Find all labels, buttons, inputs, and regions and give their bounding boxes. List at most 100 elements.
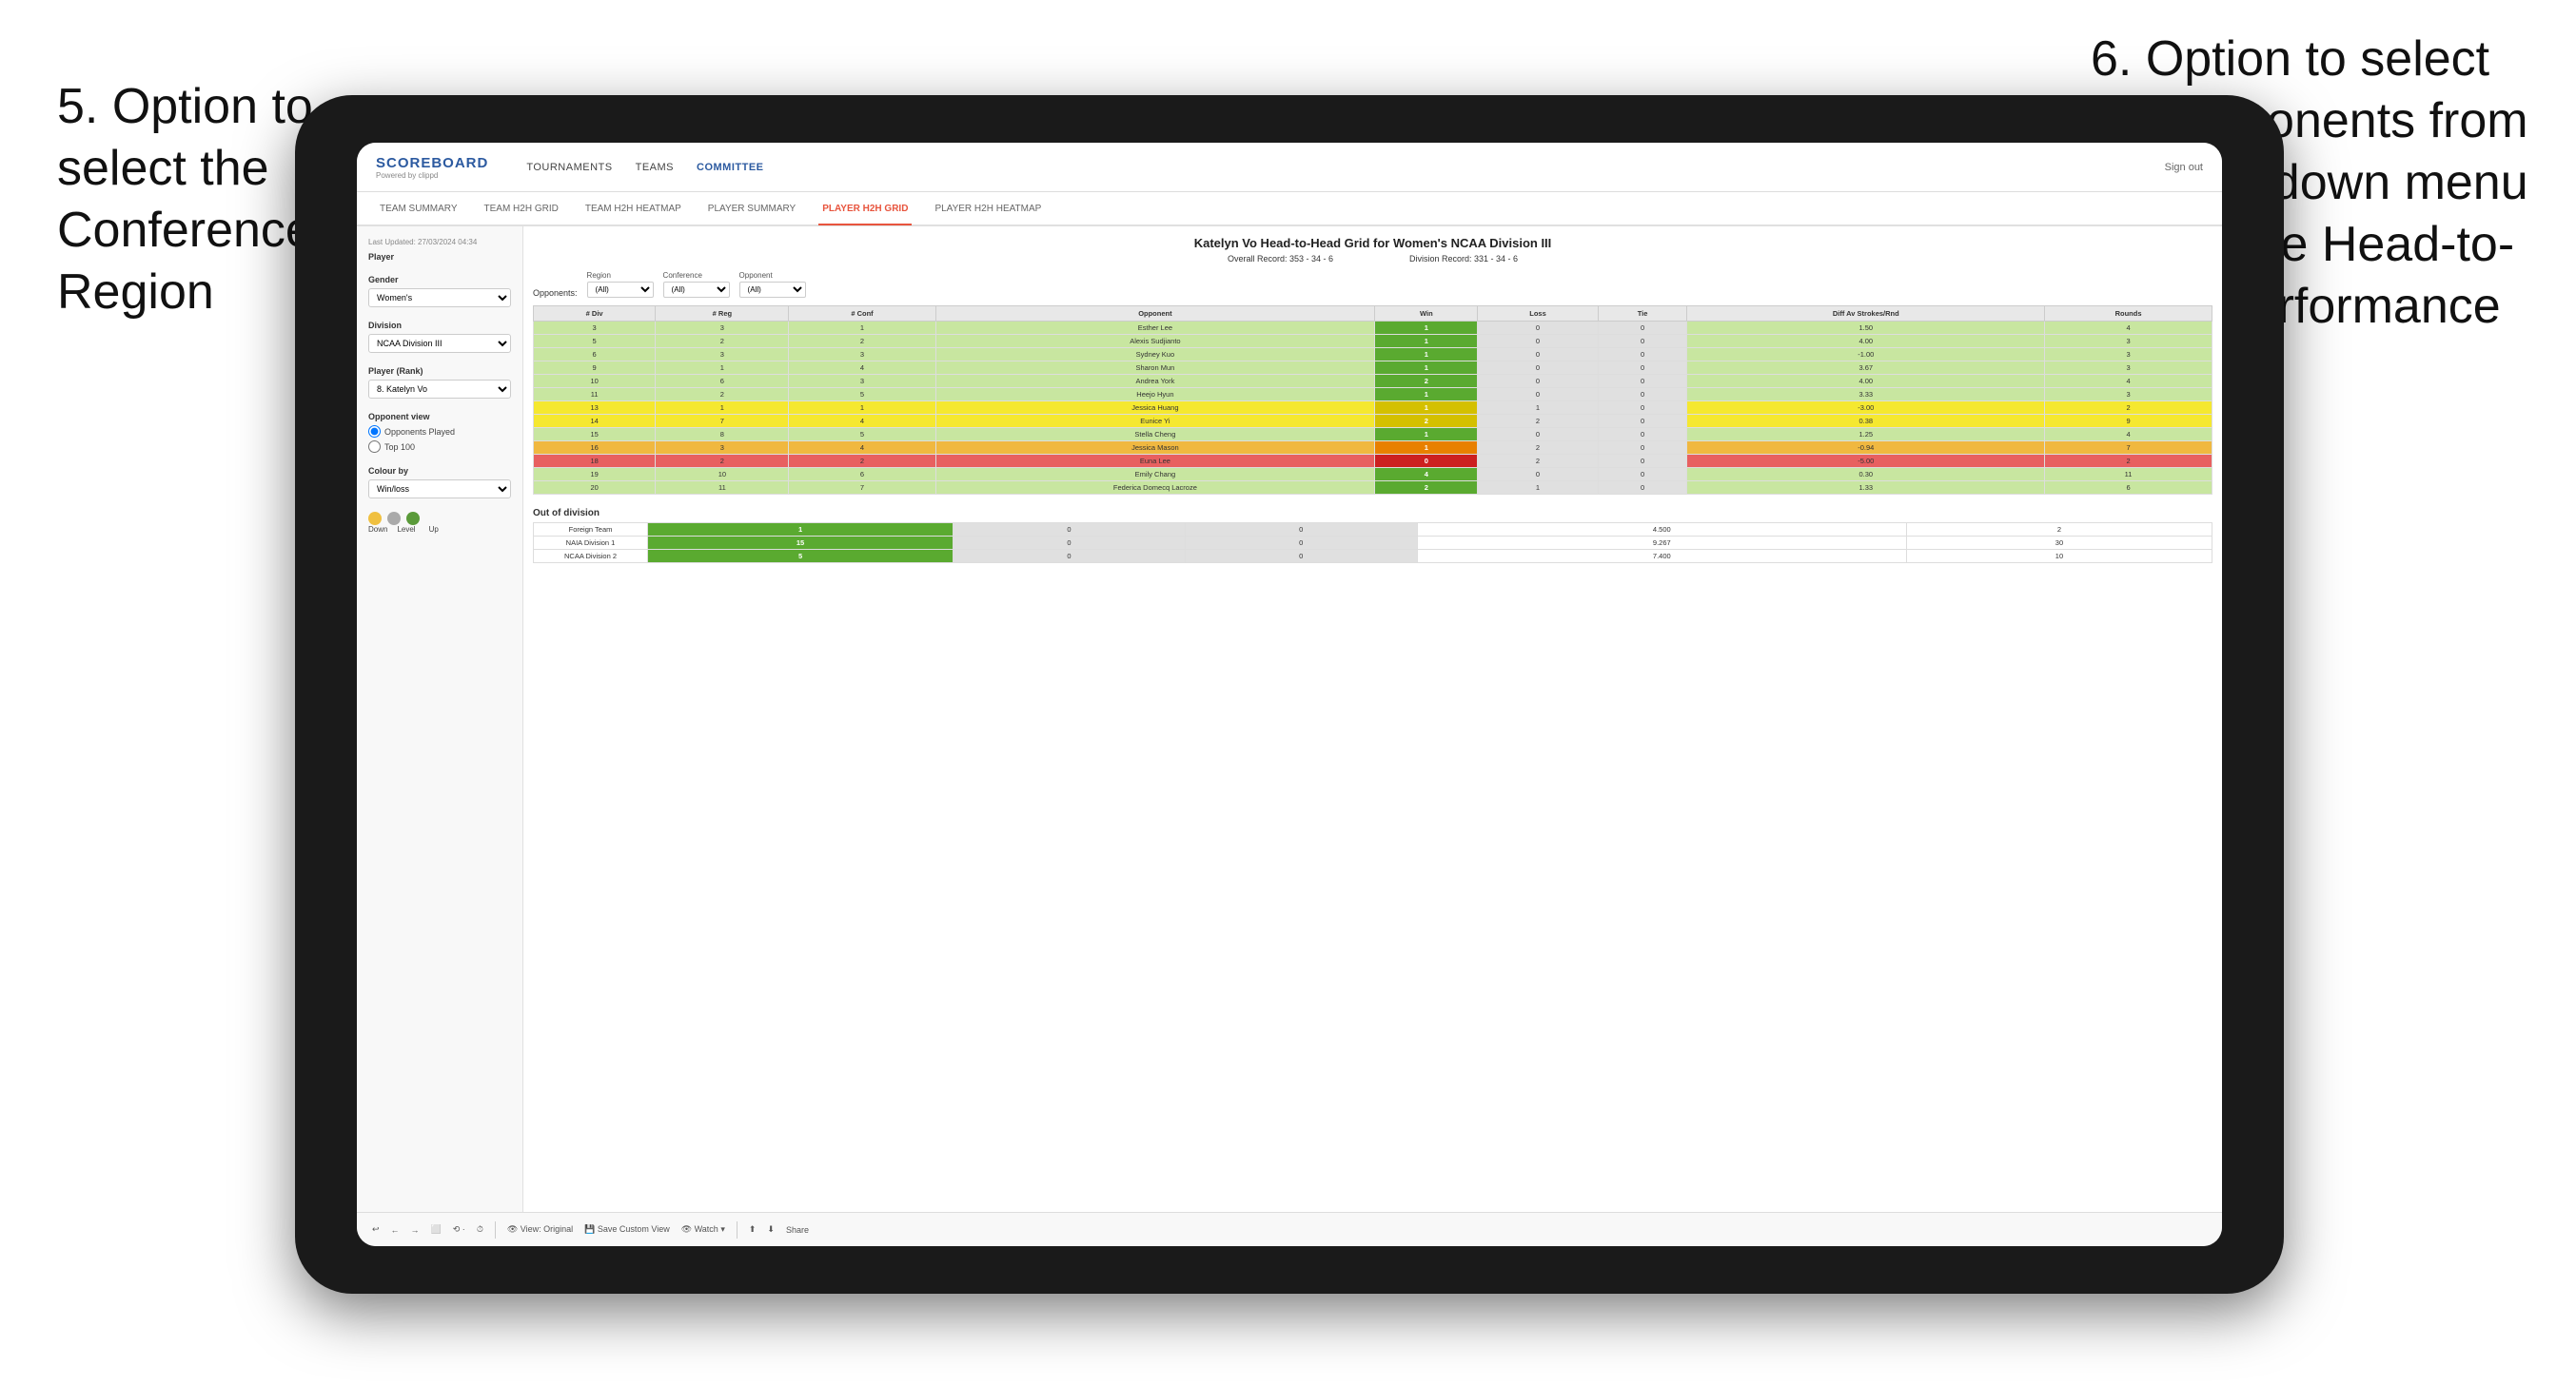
table-row: 3 3 1 Esther Lee 1 0 0 1.50 4 xyxy=(534,322,2212,335)
cell-tie: 0 xyxy=(1598,322,1687,335)
conference-filter-select[interactable]: (All) xyxy=(663,282,730,298)
cell-opponent: Alexis Sudjianto xyxy=(935,335,1375,348)
cell-loss: 0 xyxy=(1478,428,1598,441)
out-of-division-table: Foreign Team 1 0 0 4.500 2 NAIA Division… xyxy=(533,522,2212,563)
cell-reg: 3 xyxy=(656,322,789,335)
col-tie: Tie xyxy=(1598,306,1687,322)
col-div: # Div xyxy=(534,306,656,322)
cell-conf: 6 xyxy=(789,468,935,481)
cell-conf: 2 xyxy=(789,335,935,348)
cell-win: 1 xyxy=(1375,335,1478,348)
cell-loss: 0 xyxy=(1478,388,1598,401)
cell-loss: 1 xyxy=(1478,401,1598,415)
sub-nav-team-h2h-grid[interactable]: TEAM H2H GRID xyxy=(481,193,562,225)
cell-div: 3 xyxy=(534,322,656,335)
sidebar-colour-by-label: Colour by xyxy=(368,466,511,476)
sub-nav-team-summary[interactable]: TEAM SUMMARY xyxy=(376,193,462,225)
sign-out-link[interactable]: Sign out xyxy=(2165,162,2203,173)
cell-loss: 0 xyxy=(1478,361,1598,375)
region-filter-select[interactable]: (All) xyxy=(587,282,654,298)
nav-committee[interactable]: COMMITTEE xyxy=(697,162,764,173)
toolbar-forward[interactable]: → xyxy=(411,1225,420,1235)
cell-loss: 0 xyxy=(1478,468,1598,481)
cell-win: 2 xyxy=(1375,415,1478,428)
sidebar-division-label: Division xyxy=(368,321,511,330)
toolbar-grid[interactable]: ⬜ xyxy=(431,1224,442,1235)
cell-tie: 0 xyxy=(1598,335,1687,348)
cell-div: 11 xyxy=(534,388,656,401)
cell-tie: 0 xyxy=(1598,455,1687,468)
cell-tie: 0 xyxy=(1598,481,1687,495)
toolbar-undo[interactable]: ↩ xyxy=(372,1224,380,1235)
cell-conf: 1 xyxy=(789,401,935,415)
cell-loss: 2 xyxy=(1478,441,1598,455)
tablet: SCOREBOARD Powered by clippd TOURNAMENTS… xyxy=(295,95,2284,1294)
cell-opponent: Heejo Hyun xyxy=(935,388,1375,401)
toolbar-watch[interactable]: 👁 Watch ▾ xyxy=(681,1224,725,1235)
table-row: 13 1 1 Jessica Huang 1 1 0 -3.00 2 xyxy=(534,401,2212,415)
division-select[interactable]: NCAA Division III xyxy=(368,334,511,353)
player-rank-select[interactable]: 8. Katelyn Vo xyxy=(368,380,511,399)
cell-loss: 2 xyxy=(1478,455,1598,468)
cell-win: 1 xyxy=(1375,428,1478,441)
cell-reg: 2 xyxy=(656,335,789,348)
cell-reg: 1 xyxy=(656,361,789,375)
toolbar-refresh[interactable]: ⟲ · xyxy=(453,1224,465,1235)
nav-tournaments[interactable]: TOURNAMENTS xyxy=(526,162,612,173)
toolbar-down[interactable]: ⬇ xyxy=(767,1224,775,1235)
colour-by-select[interactable]: Win/loss xyxy=(368,479,511,498)
toolbar-timer[interactable]: ⏱ xyxy=(477,1224,483,1235)
cell-conf: 3 xyxy=(789,348,935,361)
cell-loss: 0 xyxy=(1478,335,1598,348)
cell-div: 10 xyxy=(534,375,656,388)
gender-select[interactable]: Women's xyxy=(368,288,511,307)
sidebar-player-section: Player xyxy=(368,252,511,262)
table-row: 16 3 4 Jessica Mason 1 2 0 -0.94 7 xyxy=(534,441,2212,455)
sub-nav-player-h2h-grid[interactable]: PLAYER H2H GRID xyxy=(818,193,912,225)
opponent-filter-group: Opponent (All) xyxy=(739,271,806,298)
report-title: Katelyn Vo Head-to-Head Grid for Women's… xyxy=(533,236,2212,250)
nav-teams[interactable]: TEAMS xyxy=(636,162,674,173)
opponent-filter-select[interactable]: (All) xyxy=(739,282,806,298)
toolbar-up[interactable]: ⬆ xyxy=(749,1224,757,1235)
cell-opponent: Federica Domecq Lacroze xyxy=(935,481,1375,495)
cell-diff: 0.30 xyxy=(1687,468,2045,481)
cell-opponent: Eunice Yi xyxy=(935,415,1375,428)
cell-rounds: 4 xyxy=(2045,428,2212,441)
cell-reg: 8 xyxy=(656,428,789,441)
cell-tie: 0 xyxy=(1598,468,1687,481)
cell-conf: 1 xyxy=(789,322,935,335)
radio-opponents-played[interactable]: Opponents Played xyxy=(368,425,511,438)
logo-area: SCOREBOARD Powered by clippd xyxy=(376,155,488,180)
sidebar-opponent-view-label: Opponent view xyxy=(368,412,511,421)
sub-nav-player-summary[interactable]: PLAYER SUMMARY xyxy=(704,193,799,225)
cell-win: 1 xyxy=(1375,348,1478,361)
toolbar-share[interactable]: Share xyxy=(786,1225,809,1235)
toolbar-view-original[interactable]: 👁 View: Original xyxy=(507,1224,573,1235)
cell-opponent: Esther Lee xyxy=(935,322,1375,335)
table-row: NCAA Division 2 5 0 0 7.400 10 xyxy=(534,550,2212,563)
toolbar-save-custom-view[interactable]: 💾 Save Custom View xyxy=(584,1224,670,1235)
division-record: Division Record: 331 - 34 - 6 xyxy=(1409,254,1518,264)
label-up: Up xyxy=(429,525,439,534)
toolbar-back[interactable]: ← xyxy=(391,1225,400,1235)
cell-rounds: 10 xyxy=(1906,550,2212,563)
cell-div: 20 xyxy=(534,481,656,495)
radio-top100[interactable]: Top 100 xyxy=(368,440,511,453)
table-row: 9 1 4 Sharon Mun 1 0 0 3.67 3 xyxy=(534,361,2212,375)
cell-conf: 3 xyxy=(789,375,935,388)
cell-opponent: Sharon Mun xyxy=(935,361,1375,375)
cell-reg: 10 xyxy=(656,468,789,481)
cell-tie: 0 xyxy=(1598,348,1687,361)
col-rounds: Rounds xyxy=(2045,306,2212,322)
sub-nav-team-h2h-heatmap[interactable]: TEAM H2H HEATMAP xyxy=(581,193,685,225)
sub-nav-player-h2h-heatmap[interactable]: PLAYER H2H HEATMAP xyxy=(931,193,1045,225)
col-conf: # Conf xyxy=(789,306,935,322)
cell-opponent: Jessica Mason xyxy=(935,441,1375,455)
sidebar-player-rank-section: Player (Rank) 8. Katelyn Vo xyxy=(368,366,511,399)
cell-win: 1 xyxy=(1375,388,1478,401)
label-down: Down xyxy=(368,525,387,534)
overall-record: Overall Record: 353 - 34 - 6 xyxy=(1228,254,1333,264)
sidebar-player-label: Player xyxy=(368,252,511,262)
toolbar-divider-1 xyxy=(495,1221,496,1239)
